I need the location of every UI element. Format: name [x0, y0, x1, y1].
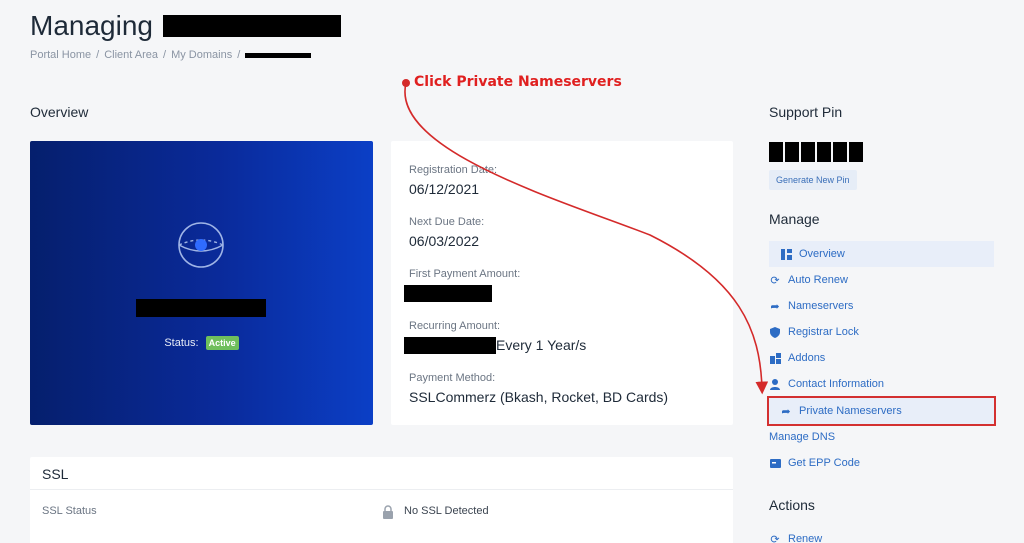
next-due-date-label: Next Due Date:	[409, 216, 485, 228]
generate-new-pin-button[interactable]: Generate New Pin	[769, 170, 857, 190]
sidebar-item-get-epp-code[interactable]: Get EPP Code	[769, 450, 994, 476]
refresh-icon: ⟳	[770, 274, 780, 287]
share-arrow-icon: ➦	[781, 405, 791, 418]
ssl-status-row: SSL Status No SSL Detected	[30, 490, 733, 533]
redacted-first-payment	[404, 284, 492, 302]
card-icon	[769, 457, 781, 469]
lock-icon	[382, 505, 394, 519]
sidebar-item-overview[interactable]: Overview	[769, 241, 994, 267]
first-payment-value	[404, 284, 715, 302]
shield-icon	[769, 326, 781, 338]
next-due-date-value: 06/03/2022	[409, 233, 480, 249]
breadcrumb-portal-home[interactable]: Portal Home	[30, 49, 91, 61]
recurring-amount-label: Recurring Amount:	[409, 320, 501, 332]
payment-method-label: Payment Method:	[409, 372, 496, 384]
dashboard-icon	[780, 248, 792, 260]
sidebar-item-auto-renew[interactable]: ⟳ Auto Renew	[769, 267, 994, 293]
sidebar-item-manage-dns[interactable]: Manage DNS	[769, 424, 994, 450]
first-payment-label: First Payment Amount:	[409, 268, 521, 280]
status-badge: Active	[205, 336, 239, 350]
domain-details-card: Registration Date: 06/12/2021 Next Due D…	[391, 141, 733, 425]
recurring-amount-value: Every 1 Year/s	[404, 336, 715, 354]
ssl-status-label: SSL Status	[42, 505, 97, 517]
cubes-icon	[769, 352, 781, 364]
sidebar-item-private-nameservers[interactable]: ➦ Private Nameservers	[767, 396, 996, 426]
registration-date-label: Registration Date:	[409, 164, 498, 176]
sidebar-item-contact-information[interactable]: Contact Information	[769, 371, 994, 397]
ssl-heading: SSL	[30, 457, 733, 490]
support-pin-heading: Support Pin	[769, 104, 843, 120]
domain-status: Status: Active	[30, 336, 373, 350]
domain-overview-card: Status: Active	[30, 141, 373, 425]
redacted-domain-name	[162, 15, 341, 37]
cart-icon: ⟳	[770, 533, 780, 543]
overview-heading: Overview	[30, 104, 89, 120]
breadcrumb-redacted-domain	[245, 52, 312, 58]
support-pin-value	[769, 142, 863, 162]
user-icon	[769, 378, 781, 390]
page-title: Managing	[30, 10, 341, 42]
globe-icon	[178, 222, 224, 268]
breadcrumb-client-area[interactable]: Client Area	[104, 49, 158, 61]
manage-heading: Manage	[769, 211, 820, 227]
ssl-status-value: No SSL Detected	[404, 505, 489, 517]
sidebar-item-registrar-lock[interactable]: Registrar Lock	[769, 319, 994, 345]
sidebar-item-nameservers[interactable]: ➦ Nameservers	[769, 293, 994, 319]
redacted-recurring-amount	[404, 336, 496, 354]
breadcrumb: Portal Home / Client Area / My Domains /	[30, 49, 312, 61]
registration-date-value: 06/12/2021	[409, 181, 480, 197]
sidebar-item-addons[interactable]: Addons	[769, 345, 994, 371]
sidebar-action-renew[interactable]: ⟳ Renew	[769, 526, 994, 543]
annotation-label: Click Private Nameservers	[414, 74, 622, 90]
breadcrumb-my-domains[interactable]: My Domains	[171, 49, 232, 61]
ssl-card: SSL SSL Status No SSL Detected	[30, 457, 733, 543]
payment-method-value: SSLCommerz (Bkash, Rocket, BD Cards)	[409, 389, 669, 405]
share-arrow-icon: ➦	[770, 300, 780, 313]
redacted-domain-label	[136, 299, 266, 317]
actions-heading: Actions	[769, 497, 815, 513]
